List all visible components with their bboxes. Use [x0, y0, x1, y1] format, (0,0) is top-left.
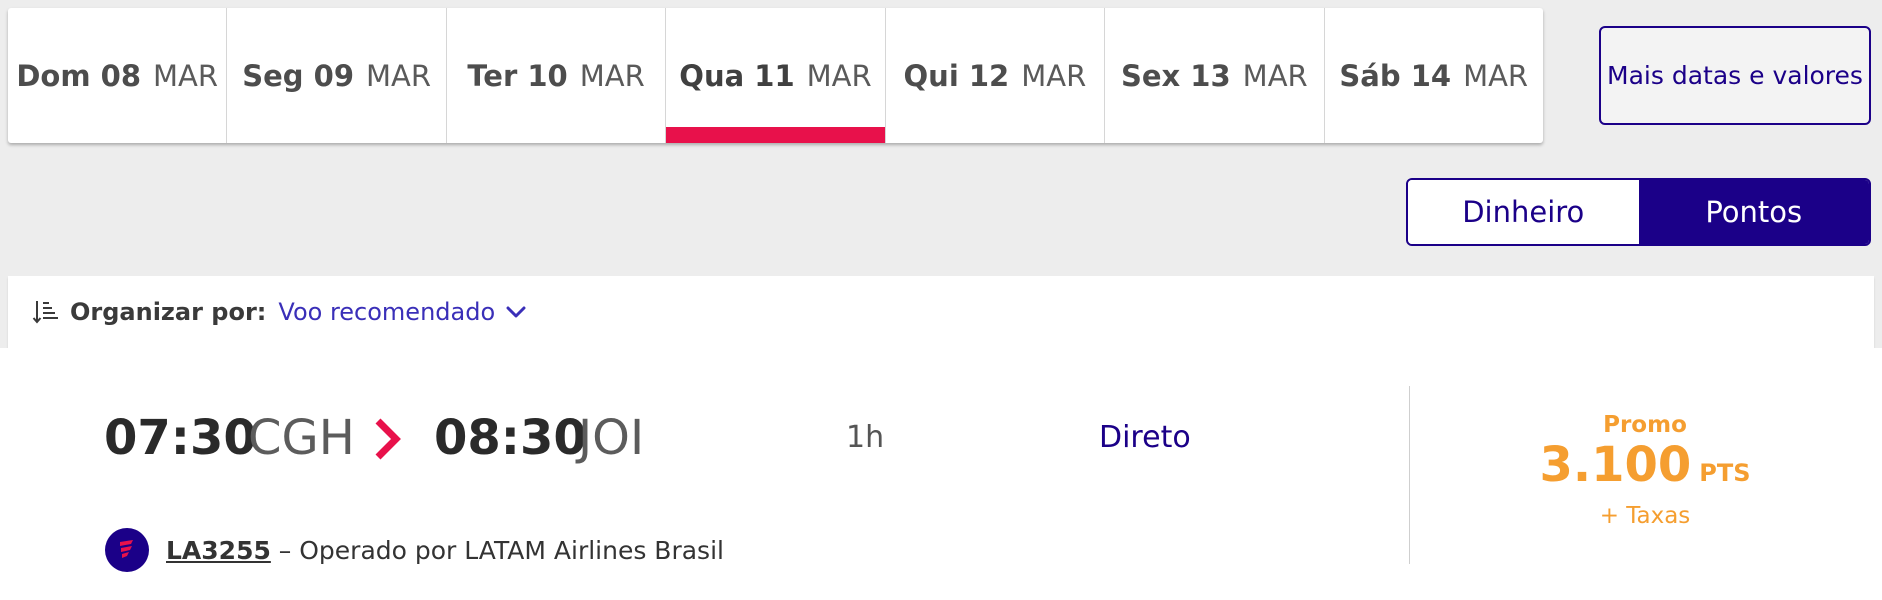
points-value: 3.100 — [1539, 437, 1692, 493]
date-tab-month: MAR — [366, 58, 432, 93]
date-tab-3-selected[interactable]: Qua 11 MAR — [666, 8, 886, 143]
points-unit: PTS — [1699, 459, 1751, 487]
date-tab-month: MAR — [1021, 58, 1087, 93]
date-tab-0[interactable]: Dom 08 MAR — [8, 8, 228, 143]
flight-info: LA3255 – Operado por LATAM Airlines Bras… — [166, 536, 724, 565]
departure-airport: CGH — [248, 410, 355, 466]
taxes-label: + Taxas — [1599, 503, 1691, 529]
sort-icon — [32, 301, 58, 324]
date-tab-day: Sáb 14 — [1339, 58, 1452, 93]
points-option[interactable]: Pontos — [1638, 180, 1869, 244]
date-tab-4[interactable]: Qui 12 MAR — [886, 8, 1106, 143]
arrival-airport: JOI — [578, 410, 645, 466]
date-tab-day: Qui 12 — [903, 58, 1010, 93]
chevron-down-icon[interactable] — [505, 301, 527, 323]
date-tab-1[interactable]: Seg 09 MAR — [227, 8, 447, 143]
date-tab-day: Qua 11 — [679, 58, 795, 93]
sort-dropdown[interactable]: Voo recomendado — [278, 298, 495, 326]
flight-stops[interactable]: Direto — [1099, 420, 1191, 455]
currency-toggle: Dinheiro Pontos — [1406, 178, 1871, 246]
date-tab-day: Dom 08 — [16, 58, 142, 93]
flight-number-link[interactable]: LA3255 — [166, 536, 271, 565]
sort-bar: Organizar por: Voo recomendado — [8, 276, 1874, 348]
latam-logo-icon — [120, 540, 133, 558]
date-tab-6[interactable]: Sáb 14 MAR — [1325, 8, 1543, 143]
price-box[interactable]: Promo 3.100 PTS + Taxas — [1505, 410, 1785, 531]
flight-card[interactable]: 07:30 CGH 08:30 JOI 1h Direto Promo 3.10… — [0, 348, 1882, 600]
date-tab-day: Ter 10 — [467, 58, 568, 93]
date-tab-2[interactable]: Ter 10 MAR — [447, 8, 667, 143]
sort-label: Organizar por: — [70, 298, 267, 326]
date-selector: Dom 08 MAR Seg 09 MAR Ter 10 MAR Qua 11 … — [8, 8, 1543, 143]
arrival-time: 08:30 — [434, 410, 587, 466]
fare-label: Promo — [1603, 412, 1687, 438]
more-dates-button[interactable]: Mais datas e valores — [1599, 26, 1871, 125]
airline-logo-icon — [105, 528, 149, 572]
money-option[interactable]: Dinheiro — [1408, 180, 1639, 244]
chevron-right-icon — [375, 418, 401, 460]
date-tab-5[interactable]: Sex 13 MAR — [1105, 8, 1325, 143]
departure-time: 07:30 — [104, 410, 257, 466]
flight-duration: 1h — [846, 420, 885, 455]
date-tab-month: MAR — [1463, 58, 1529, 93]
points-price: 3.100 PTS — [1505, 440, 1785, 501]
date-tab-month: MAR — [579, 58, 645, 93]
divider — [1409, 386, 1410, 564]
date-tab-day: Seg 09 — [242, 58, 355, 93]
date-tab-month: MAR — [153, 58, 219, 93]
date-tab-month: MAR — [1242, 58, 1308, 93]
date-tab-month: MAR — [806, 58, 872, 93]
date-tab-day: Sex 13 — [1120, 58, 1231, 93]
operated-by: – Operado por LATAM Airlines Brasil — [270, 536, 724, 565]
